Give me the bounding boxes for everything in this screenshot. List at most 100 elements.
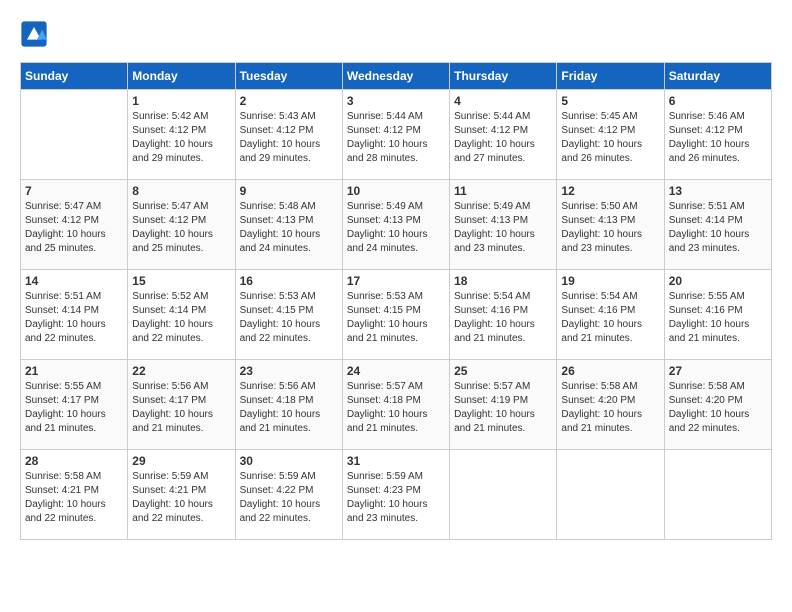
day-info: Sunrise: 5:59 AMSunset: 4:22 PMDaylight:… [240,470,338,526]
day-cell [21,90,128,180]
day-info: Sunrise: 5:43 AMSunset: 4:12 PMDaylight:… [240,110,338,166]
day-number: 28 [25,454,123,468]
weekday-header-tuesday: Tuesday [235,63,342,90]
week-row-5: 28 Sunrise: 5:58 AMSunset: 4:21 PMDayligh… [21,450,772,540]
weekday-header-wednesday: Wednesday [342,63,449,90]
day-info: Sunrise: 5:58 AMSunset: 4:20 PMDaylight:… [561,380,659,436]
day-info: Sunrise: 5:59 AMSunset: 4:21 PMDaylight:… [132,470,230,526]
day-cell: 9 Sunrise: 5:48 AMSunset: 4:13 PMDaylight… [235,180,342,270]
day-cell: 26 Sunrise: 5:58 AMSunset: 4:20 PMDayligh… [557,360,664,450]
day-number: 18 [454,274,552,288]
day-cell: 11 Sunrise: 5:49 AMSunset: 4:13 PMDayligh… [450,180,557,270]
week-row-1: 1Sunrise: 5:42 AMSunset: 4:12 PMDaylight… [21,90,772,180]
day-cell: 16 Sunrise: 5:53 AMSunset: 4:15 PMDayligh… [235,270,342,360]
weekday-header-monday: Monday [128,63,235,90]
day-info: Sunrise: 5:51 AMSunset: 4:14 PMDaylight:… [25,290,123,346]
day-number: 12 [561,184,659,198]
day-info: Sunrise: 5:55 AMSunset: 4:16 PMDaylight:… [669,290,767,346]
day-info: Sunrise: 5:44 AMSunset: 4:12 PMDaylight:… [454,110,552,166]
day-info: Sunrise: 5:53 AMSunset: 4:15 PMDaylight:… [347,290,445,346]
day-number: 19 [561,274,659,288]
logo [20,20,52,48]
weekday-header-thursday: Thursday [450,63,557,90]
day-info: Sunrise: 5:47 AMSunset: 4:12 PMDaylight:… [132,200,230,256]
day-info: Sunrise: 5:57 AMSunset: 4:18 PMDaylight:… [347,380,445,436]
day-info: Sunrise: 5:47 AMSunset: 4:12 PMDaylight:… [25,200,123,256]
day-cell: 31 Sunrise: 5:59 AMSunset: 4:23 PMDayligh… [342,450,449,540]
day-number: 6 [669,94,767,108]
day-cell: 18 Sunrise: 5:54 AMSunset: 4:16 PMDayligh… [450,270,557,360]
day-info: Sunrise: 5:50 AMSunset: 4:13 PMDaylight:… [561,200,659,256]
day-number: 7 [25,184,123,198]
day-cell: 10 Sunrise: 5:49 AMSunset: 4:13 PMDayligh… [342,180,449,270]
day-cell [557,450,664,540]
day-number: 10 [347,184,445,198]
day-number: 22 [132,364,230,378]
day-number: 2 [240,94,338,108]
day-cell: 6 Sunrise: 5:46 AMSunset: 4:12 PMDaylight… [664,90,771,180]
week-row-2: 7 Sunrise: 5:47 AMSunset: 4:12 PMDaylight… [21,180,772,270]
day-cell [450,450,557,540]
day-cell [664,450,771,540]
day-info: Sunrise: 5:58 AMSunset: 4:20 PMDaylight:… [669,380,767,436]
day-cell: 3Sunrise: 5:44 AMSunset: 4:12 PMDaylight… [342,90,449,180]
day-cell: 19 Sunrise: 5:54 AMSunset: 4:16 PMDayligh… [557,270,664,360]
day-number: 17 [347,274,445,288]
day-number: 1 [132,94,230,108]
day-number: 4 [454,94,552,108]
day-number: 20 [669,274,767,288]
day-number: 31 [347,454,445,468]
day-info: Sunrise: 5:55 AMSunset: 4:17 PMDaylight:… [25,380,123,436]
day-cell: 21 Sunrise: 5:55 AMSunset: 4:17 PMDayligh… [21,360,128,450]
day-cell: 5 Sunrise: 5:45 AMSunset: 4:12 PMDaylight… [557,90,664,180]
day-info: Sunrise: 5:56 AMSunset: 4:18 PMDaylight:… [240,380,338,436]
day-cell: 30Sunrise: 5:59 AMSunset: 4:22 PMDayligh… [235,450,342,540]
day-cell: 7 Sunrise: 5:47 AMSunset: 4:12 PMDaylight… [21,180,128,270]
day-number: 27 [669,364,767,378]
weekday-header-sunday: Sunday [21,63,128,90]
day-number: 14 [25,274,123,288]
day-info: Sunrise: 5:44 AMSunset: 4:12 PMDaylight:… [347,110,445,166]
day-info: Sunrise: 5:58 AMSunset: 4:21 PMDaylight:… [25,470,123,526]
day-info: Sunrise: 5:54 AMSunset: 4:16 PMDaylight:… [454,290,552,346]
logo-icon [20,20,48,48]
day-cell: 8Sunrise: 5:47 AMSunset: 4:12 PMDaylight… [128,180,235,270]
day-cell: 4 Sunrise: 5:44 AMSunset: 4:12 PMDaylight… [450,90,557,180]
weekday-header-friday: Friday [557,63,664,90]
day-number: 9 [240,184,338,198]
day-info: Sunrise: 5:57 AMSunset: 4:19 PMDaylight:… [454,380,552,436]
day-number: 11 [454,184,552,198]
day-number: 15 [132,274,230,288]
day-info: Sunrise: 5:54 AMSunset: 4:16 PMDaylight:… [561,290,659,346]
day-info: Sunrise: 5:51 AMSunset: 4:14 PMDaylight:… [669,200,767,256]
day-cell: 15Sunrise: 5:52 AMSunset: 4:14 PMDayligh… [128,270,235,360]
week-row-4: 21 Sunrise: 5:55 AMSunset: 4:17 PMDayligh… [21,360,772,450]
day-cell: 14 Sunrise: 5:51 AMSunset: 4:14 PMDayligh… [21,270,128,360]
day-info: Sunrise: 5:49 AMSunset: 4:13 PMDaylight:… [347,200,445,256]
day-cell: 13 Sunrise: 5:51 AMSunset: 4:14 PMDayligh… [664,180,771,270]
day-info: Sunrise: 5:49 AMSunset: 4:13 PMDaylight:… [454,200,552,256]
day-cell: 17 Sunrise: 5:53 AMSunset: 4:15 PMDayligh… [342,270,449,360]
weekday-header-row: SundayMondayTuesdayWednesdayThursdayFrid… [21,63,772,90]
day-info: Sunrise: 5:46 AMSunset: 4:12 PMDaylight:… [669,110,767,166]
day-number: 26 [561,364,659,378]
day-number: 24 [347,364,445,378]
day-info: Sunrise: 5:53 AMSunset: 4:15 PMDaylight:… [240,290,338,346]
day-number: 23 [240,364,338,378]
day-info: Sunrise: 5:48 AMSunset: 4:13 PMDaylight:… [240,200,338,256]
day-number: 13 [669,184,767,198]
calendar-body: 1Sunrise: 5:42 AMSunset: 4:12 PMDaylight… [21,90,772,540]
week-row-3: 14 Sunrise: 5:51 AMSunset: 4:14 PMDayligh… [21,270,772,360]
day-number: 5 [561,94,659,108]
calendar-table: SundayMondayTuesdayWednesdayThursdayFrid… [20,62,772,540]
day-info: Sunrise: 5:45 AMSunset: 4:12 PMDaylight:… [561,110,659,166]
day-info: Sunrise: 5:59 AMSunset: 4:23 PMDaylight:… [347,470,445,526]
day-number: 29 [132,454,230,468]
day-cell: 23 Sunrise: 5:56 AMSunset: 4:18 PMDayligh… [235,360,342,450]
day-info: Sunrise: 5:56 AMSunset: 4:17 PMDaylight:… [132,380,230,436]
weekday-header-saturday: Saturday [664,63,771,90]
day-cell: 1Sunrise: 5:42 AMSunset: 4:12 PMDaylight… [128,90,235,180]
day-number: 16 [240,274,338,288]
day-number: 21 [25,364,123,378]
day-cell: 2 Sunrise: 5:43 AMSunset: 4:12 PMDaylight… [235,90,342,180]
